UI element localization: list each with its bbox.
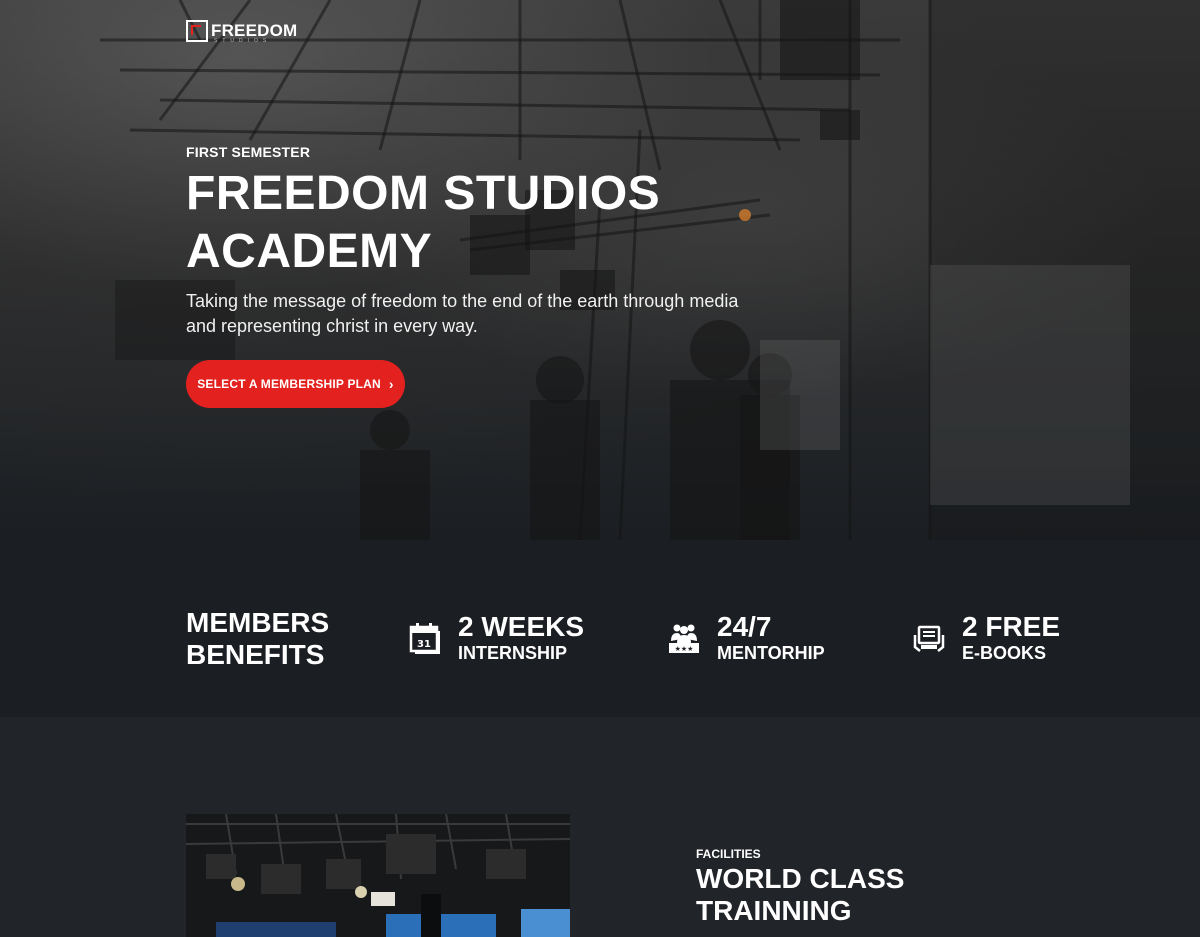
facilities-image [186,814,570,937]
hero-description-line2: and representing christ in every way. [186,316,478,336]
hero-section: FREEDOM STUDIOS FIRST SEMESTER FREEDOM S… [0,0,1200,540]
ebook-icon [913,625,945,652]
svg-text:31: 31 [417,639,431,650]
svg-text:★★★: ★★★ [675,645,694,653]
hero-description-line1: Taking the message of freedom to the end… [186,291,739,311]
benefits-heading-line2: BENEFITS [186,639,325,670]
benefit-label: MENTORHIP [717,643,825,663]
hero-description: Taking the message of freedom to the end… [186,289,786,339]
benefit-item-ebooks: 2 FREE E-BOOKS [912,612,1060,664]
logo-mark-icon [186,20,208,42]
chevron-right-icon: › [388,376,394,392]
benefit-item-internship: 31 2 WEEKS INTERNSHIP [408,612,584,664]
benefit-value: 2 WEEKS [458,611,585,642]
benefits-heading: MEMBERS BENEFITS [186,607,329,671]
facilities-title: WORLD CLASS TRAINNING [696,863,904,927]
benefits-heading-line1: MEMBERS [186,607,330,638]
benefit-value: 24/7 [717,611,772,642]
benefit-label: E-BOOKS [962,643,1047,663]
benefit-value: 2 FREE [962,611,1061,642]
cta-label: SELECT A MEMBERSHIP PLAN [197,377,381,391]
brand-logo[interactable]: FREEDOM STUDIOS [186,20,297,44]
hero-eyebrow: FIRST SEMESTER [186,144,311,160]
hero-title-line2: ACADEMY [186,225,433,278]
facilities-title-line2: TRAINNING [696,895,852,926]
brand-tagline: STUDIOS [214,38,272,44]
facilities-section: FACILITIES WORLD CLASS TRAINNING [0,717,1200,937]
team-icon: ★★★ [669,624,699,653]
benefit-label: INTERNSHIP [458,643,568,663]
benefit-item-mentorship: ★★★ 24/7 MENTORHIP [667,612,825,664]
select-membership-plan-button[interactable]: SELECT A MEMBERSHIP PLAN › [186,360,405,408]
members-benefits-section: MEMBERS BENEFITS 31 2 WEEKS INTERNSHIP ★… [0,540,1200,717]
facilities-title-line1: WORLD CLASS [696,863,905,894]
facilities-eyebrow: FACILITIES [696,847,761,861]
calendar-icon: 31 [409,623,440,654]
hero-title: FREEDOM STUDIOS ACADEMY [186,165,746,281]
hero-title-line1: FREEDOM STUDIOS [186,167,661,220]
